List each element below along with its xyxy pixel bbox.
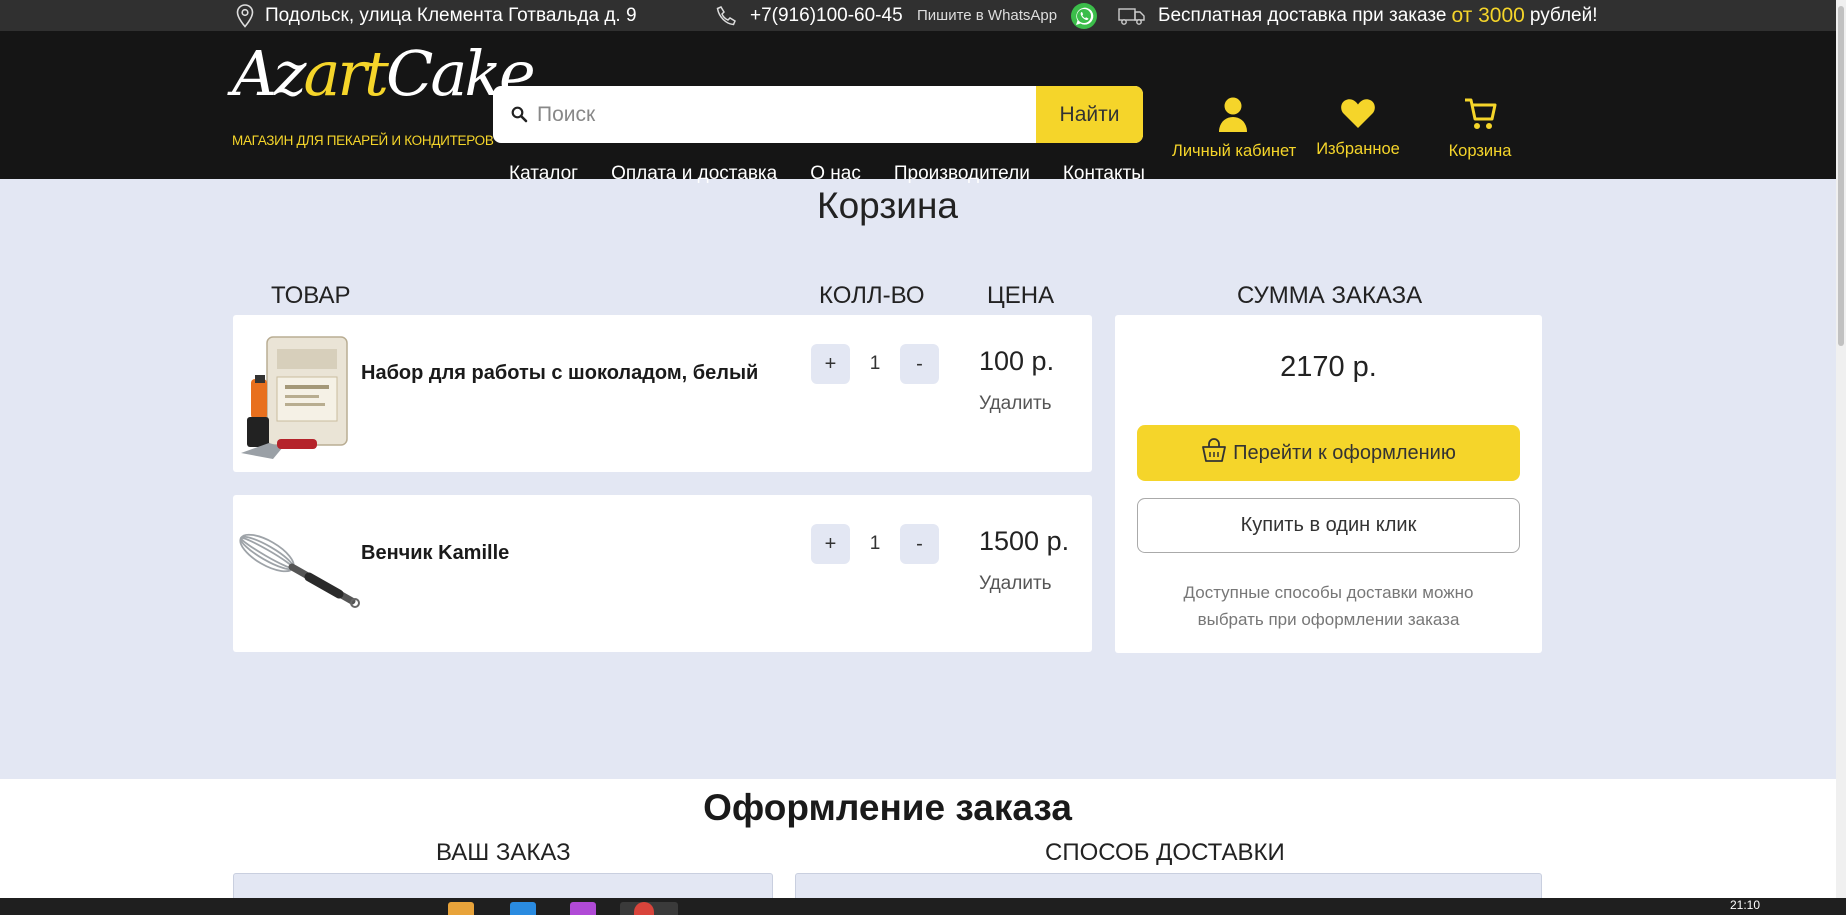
- nav-manufacturers[interactable]: Производители: [894, 163, 1030, 185]
- delivery-suffix: рублей!: [1529, 4, 1598, 26]
- quantity-increase-button[interactable]: +: [811, 344, 850, 384]
- column-header-product: ТОВАР: [271, 282, 351, 309]
- heart-icon[interactable]: [1308, 96, 1408, 130]
- location-pin-icon: [236, 3, 254, 28]
- product-name[interactable]: Набор для работы с шоколадом, белый: [361, 362, 758, 385]
- taskbar-chrome-icon[interactable]: [634, 902, 654, 915]
- address: Подольск, улица Клемента Готвальда д. 9: [236, 0, 637, 31]
- phone-number[interactable]: +7(916)100-60-45: [750, 5, 903, 27]
- nav-payment-delivery[interactable]: Оплата и доставка: [611, 163, 777, 185]
- column-header-quantity: КОЛЛ-ВО: [819, 282, 925, 309]
- order-total: 2170 р.: [1280, 351, 1377, 383]
- page-scrollbar[interactable]: [1836, 0, 1846, 898]
- delivery-method-heading: СПОСОБ ДОСТАВКИ: [1045, 839, 1285, 866]
- product-name[interactable]: Венчик Kamille: [361, 542, 509, 565]
- phone-icon: [716, 5, 738, 27]
- whatsapp-label[interactable]: Пишите в WhatsApp: [917, 7, 1057, 24]
- delivery-amount: от 3000: [1451, 3, 1525, 27]
- cart-icon[interactable]: [1440, 96, 1520, 132]
- delivery-note-line-1: Доступные способы доставки можно: [1183, 583, 1474, 602]
- quantity-increase-button[interactable]: +: [811, 524, 850, 564]
- delivery-prefix: Бесплатная доставка при заказе: [1158, 4, 1447, 26]
- cart-link[interactable]: Корзина: [1440, 96, 1520, 161]
- favorites-link[interactable]: Избранное: [1308, 96, 1408, 159]
- taskbar-browser-icon[interactable]: [510, 902, 536, 915]
- quantity-decrease-button[interactable]: -: [900, 344, 939, 384]
- taskbar-app-icon[interactable]: [570, 902, 596, 915]
- account-label[interactable]: Личный кабинет: [1172, 142, 1296, 160]
- site-header: AzartCake МАГАЗИН ДЛЯ ПЕКАРЕЙ И КОНДИТЕР…: [0, 31, 1836, 184]
- search-icon: [511, 106, 528, 128]
- remove-item-link[interactable]: Удалить: [979, 393, 1052, 415]
- your-order-panel: [233, 873, 773, 898]
- top-info-bar: Подольск, улица Клемента Готвальда д. 9 …: [0, 0, 1836, 31]
- quantity-decrease-button[interactable]: -: [900, 524, 939, 564]
- scrollbar-thumb[interactable]: [1838, 6, 1844, 346]
- checkout-label[interactable]: Перейти к оформлению: [1233, 442, 1456, 465]
- delivery-note-line-2: выбрать при оформлении заказа: [1197, 610, 1460, 629]
- free-delivery-info: Бесплатная доставка при заказе от 3000 р…: [1118, 0, 1598, 31]
- cart-label[interactable]: Корзина: [1449, 142, 1512, 160]
- site-logo[interactable]: AzartCake МАГАЗИН ДЛЯ ПЕКАРЕЙ И КОНДИТЕР…: [230, 37, 536, 157]
- account-link[interactable]: Личный кабинет: [1172, 96, 1296, 161]
- checkout-title: Оформление заказа: [703, 787, 1072, 828]
- column-header-price: ЦЕНА: [987, 282, 1055, 309]
- order-summary: 2170 р. Перейти к оформлению Купить в од…: [1115, 315, 1542, 653]
- product-image-chocolate-set[interactable]: [237, 329, 357, 461]
- quantity-value: 1: [869, 353, 881, 374]
- column-header-order-sum: СУММА ЗАКАЗА: [1237, 282, 1423, 309]
- checkout-button[interactable]: Перейти к оформлению: [1137, 425, 1520, 481]
- delivery-note: Доступные способы доставки можно выбрать…: [1115, 579, 1542, 633]
- nav-catalog[interactable]: Каталог: [509, 163, 578, 185]
- remove-item-link[interactable]: Удалить: [979, 573, 1052, 595]
- truck-icon: [1118, 6, 1146, 26]
- logo-wordmark[interactable]: AzartCake: [232, 37, 536, 110]
- page-title: Корзина: [817, 185, 958, 226]
- delivery-method-panel: [795, 873, 1542, 898]
- whatsapp-link[interactable]: Пишите в WhatsApp: [917, 0, 1099, 31]
- whatsapp-icon[interactable]: [1069, 1, 1099, 31]
- product-image-whisk[interactable]: [237, 503, 360, 635]
- search-button[interactable]: Найти: [1036, 86, 1143, 143]
- page: Подольск, улица Клемента Готвальда д. 9 …: [0, 0, 1836, 898]
- your-order-heading: ВАШ ЗАКАЗ: [436, 839, 571, 866]
- quantity-value: 1: [869, 533, 881, 554]
- user-icon[interactable]: [1172, 96, 1294, 132]
- main-nav: Каталог Оплата и доставка О нас Производ…: [509, 163, 1145, 185]
- item-price: 1500 р.: [979, 526, 1070, 556]
- search-input[interactable]: [537, 86, 1077, 143]
- os-taskbar: 21:10: [0, 898, 1846, 915]
- logo-tagline: МАГАЗИН ДЛЯ ПЕКАРЕЙ И КОНДИТЕРОВ: [232, 133, 494, 148]
- checkout-section: Оформление заказа ВАШ ЗАКАЗ СПОСОБ ДОСТА…: [0, 779, 1836, 898]
- favorites-label[interactable]: Избранное: [1316, 140, 1400, 158]
- item-price: 100 р.: [979, 346, 1055, 376]
- taskbar-explorer-icon[interactable]: [448, 902, 474, 915]
- cart-item: Набор для работы с шоколадом, белый + 1 …: [233, 315, 1092, 472]
- cart-item: Венчик Kamille + 1 - 1500 р. Удалить: [233, 495, 1092, 652]
- phone[interactable]: +7(916)100-60-45: [716, 0, 903, 31]
- basket-icon: [1201, 437, 1233, 469]
- search-bar: Найти: [493, 86, 1143, 143]
- address-text: Подольск, улица Клемента Готвальда д. 9: [265, 4, 637, 26]
- nav-about[interactable]: О нас: [810, 163, 861, 185]
- buy-one-click-button[interactable]: Купить в один клик: [1137, 498, 1520, 553]
- taskbar-clock: 21:10: [1730, 898, 1761, 912]
- nav-contacts[interactable]: Контакты: [1063, 163, 1145, 185]
